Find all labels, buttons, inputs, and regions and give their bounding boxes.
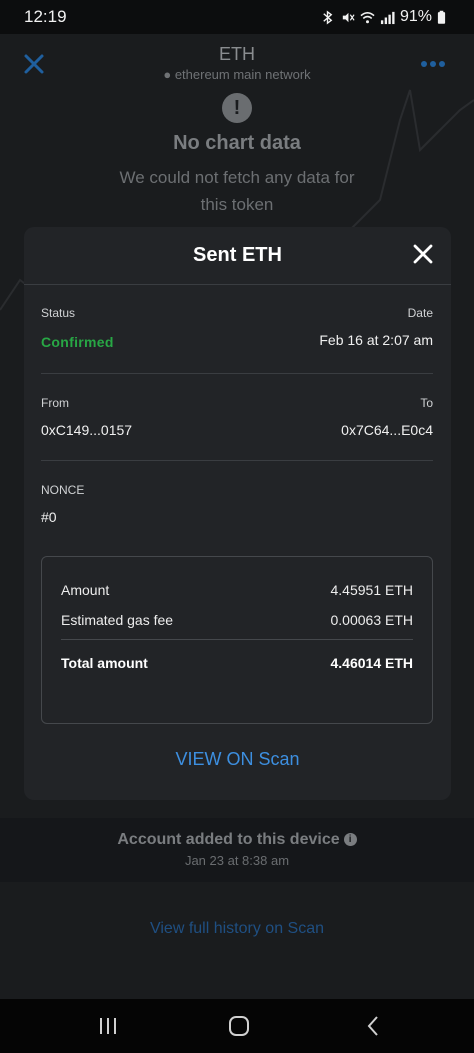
network-label: ● ethereum main network <box>163 67 311 82</box>
status-label: Status <box>41 306 76 320</box>
view-on-scan-button[interactable]: VIEW ON Scan <box>24 749 451 770</box>
date-label: Date <box>407 306 433 320</box>
status-time: 12:19 <box>24 7 67 26</box>
modal-title: Sent ETH <box>193 244 282 266</box>
bluetooth-icon <box>323 9 333 25</box>
system-nav-bar <box>0 999 474 1053</box>
more-dots-icon[interactable] <box>420 55 446 73</box>
divider <box>41 373 433 374</box>
info-icon[interactable]: i <box>343 833 357 847</box>
gas-fee-label: Estimated gas fee <box>61 612 174 628</box>
transaction-details-modal: Sent ETH Status Date Confirmed Feb 16 at… <box>24 227 451 800</box>
amount-value: 4.45951 ETH <box>330 582 414 598</box>
status-icons: 91% <box>320 8 446 26</box>
battery-percent: 91% <box>399 8 432 25</box>
status-bar: 12:19 91% <box>0 0 474 34</box>
date-value: Feb 16 at 2:07 am <box>319 332 433 348</box>
divider <box>24 284 451 285</box>
status-badge: Confirmed <box>41 334 114 350</box>
nonce-value: #0 <box>41 509 57 525</box>
from-label: From <box>41 396 69 410</box>
account-added-label: Account added to this device i <box>0 831 474 849</box>
gas-fee-value: 0.00063 ETH <box>330 612 414 628</box>
chart-empty-message: We could not fetch any data for this tok… <box>119 168 355 214</box>
chart-empty-title: No chart data <box>173 132 301 154</box>
account-added-section <box>0 818 474 882</box>
home-icon[interactable] <box>227 1014 251 1038</box>
amount-label: Amount <box>61 582 110 598</box>
signal-icon <box>380 11 395 24</box>
total-amount-label: Total amount <box>61 655 148 671</box>
battery-icon <box>437 10 446 24</box>
close-icon[interactable] <box>412 243 434 265</box>
from-address[interactable]: 0xC149...0157 <box>41 422 132 438</box>
nonce-label: NONCE <box>41 483 85 497</box>
account-added-date: Jan 23 at 8:38 am <box>184 853 290 868</box>
mute-icon <box>342 12 355 22</box>
exclamation-icon: ! <box>222 93 252 123</box>
token-title: ETH <box>219 44 255 64</box>
total-amount-value: 4.46014 ETH <box>330 655 414 671</box>
amount-summary: Amount 4.45951 ETH Estimated gas fee 0.0… <box>41 556 433 724</box>
wifi-icon <box>360 11 375 23</box>
divider <box>61 639 413 640</box>
to-label: To <box>420 396 433 410</box>
view-full-history-link[interactable]: View full history on Scan <box>0 920 474 938</box>
recent-apps-icon[interactable] <box>96 1014 120 1038</box>
back-icon[interactable] <box>362 1014 386 1038</box>
divider <box>41 460 433 461</box>
to-address[interactable]: 0x7C64...E0c4 <box>341 422 433 438</box>
